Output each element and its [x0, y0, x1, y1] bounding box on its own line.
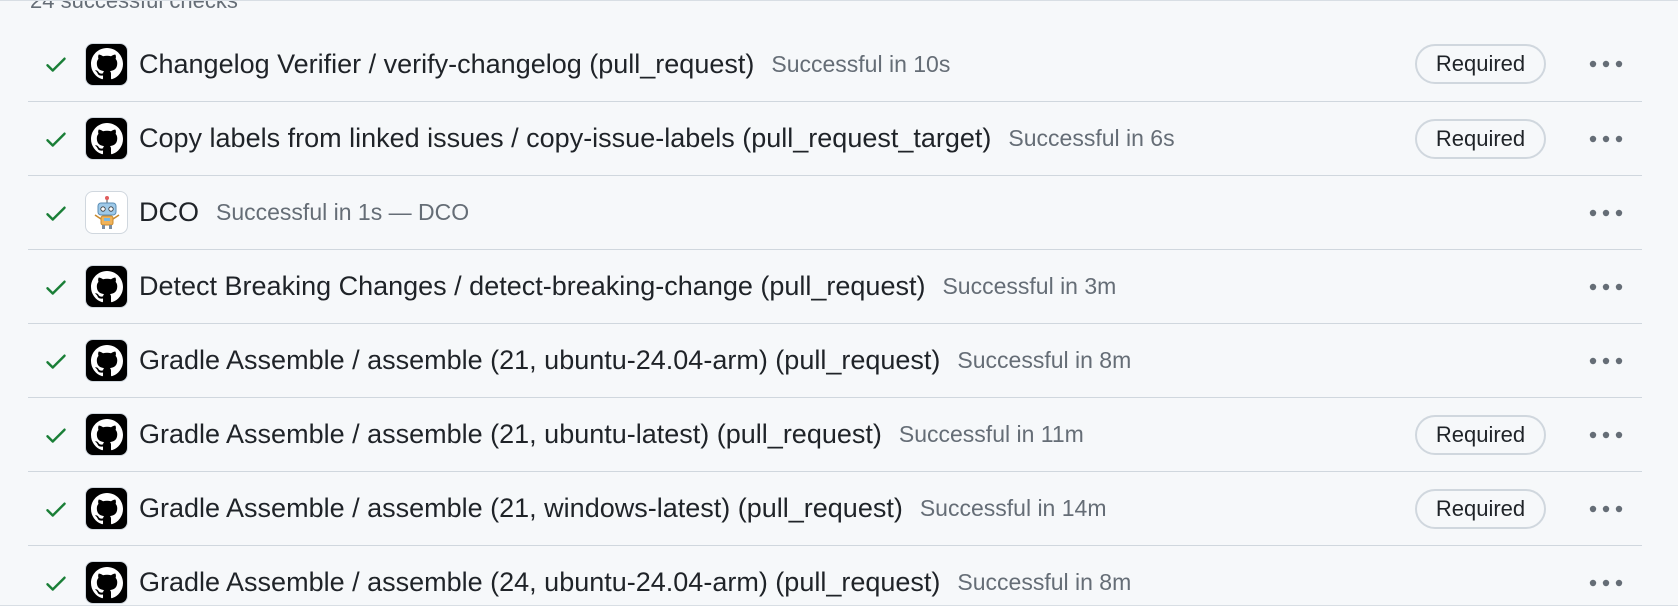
github-mark-icon [85, 117, 128, 160]
more-options-button[interactable] [1578, 415, 1634, 455]
check-row: Copy labels from linked issues / copy-is… [28, 101, 1642, 175]
required-badge: Required [1415, 488, 1546, 529]
check-success-icon [42, 421, 70, 449]
check-row: Detect Breaking Changes / detect-breakin… [28, 249, 1642, 323]
required-badge: Required [1415, 414, 1546, 455]
check-name[interactable]: Gradle Assemble / assemble (21, ubuntu-l… [139, 419, 882, 450]
dco-bot-icon [85, 191, 128, 234]
github-mark-icon [85, 413, 128, 456]
check-row: Changelog Verifier / verify-changelog (p… [28, 27, 1642, 101]
kebab-horizontal-icon [1589, 209, 1623, 216]
check-status: Successful in 14m [919, 495, 1107, 521]
check-name[interactable]: Changelog Verifier / verify-changelog (p… [139, 49, 754, 80]
check-success-icon [42, 125, 70, 153]
github-mark-icon [85, 265, 128, 308]
check-row: Gradle Assemble / assemble (24, ubuntu-2… [28, 545, 1642, 605]
kebab-horizontal-icon [1589, 357, 1623, 364]
check-success-icon [42, 569, 70, 597]
required-badge: Required [1415, 44, 1546, 84]
check-row: Gradle Assemble / assemble (21, ubuntu-l… [28, 397, 1642, 471]
check-name[interactable]: Gradle Assemble / assemble (21, windows-… [139, 493, 903, 524]
kebab-horizontal-icon [1589, 505, 1623, 512]
more-options-button[interactable] [1578, 267, 1634, 307]
checks-panel: 24 successful checks Changelog Verifier … [0, 0, 1678, 606]
github-mark-icon [85, 42, 128, 86]
check-row: DCO Successful in 1s — DCO [28, 175, 1642, 249]
check-row: Gradle Assemble / assemble (21, ubuntu-2… [28, 323, 1642, 397]
required-badge: Required [1415, 118, 1546, 159]
checks-group-header: 24 successful checks [30, 0, 238, 13]
check-status: Successful in 8m [957, 569, 1132, 595]
more-options-button[interactable] [1578, 193, 1634, 233]
check-success-icon [42, 273, 70, 301]
kebab-horizontal-icon [1589, 135, 1623, 142]
check-status: Successful in 6s [1008, 125, 1175, 151]
check-name[interactable]: Gradle Assemble / assemble (24, ubuntu-2… [139, 567, 940, 598]
kebab-horizontal-icon [1589, 60, 1623, 68]
check-status: Successful in 10s [771, 50, 951, 77]
check-name[interactable]: Copy labels from linked issues / copy-is… [139, 123, 991, 154]
check-success-icon [42, 495, 70, 523]
github-mark-icon [85, 561, 128, 604]
more-options-button[interactable] [1578, 44, 1634, 84]
more-options-button[interactable] [1578, 563, 1634, 603]
check-status: Successful in 11m [898, 421, 1084, 447]
github-mark-icon [85, 339, 128, 382]
github-mark-icon [85, 487, 128, 530]
kebab-horizontal-icon [1589, 431, 1623, 438]
check-name[interactable]: Detect Breaking Changes / detect-breakin… [139, 271, 925, 302]
check-success-icon [42, 199, 70, 227]
check-success-icon [42, 50, 70, 78]
check-row: Gradle Assemble / assemble (21, windows-… [28, 471, 1642, 545]
check-success-icon [42, 347, 70, 375]
check-name[interactable]: DCO [139, 197, 199, 228]
kebab-horizontal-icon [1589, 283, 1623, 290]
check-status: Successful in 3m [942, 273, 1117, 299]
more-options-button[interactable] [1578, 341, 1634, 381]
check-status: Successful in 8m [957, 347, 1132, 373]
more-options-button[interactable] [1578, 489, 1634, 529]
more-options-button[interactable] [1578, 119, 1634, 159]
check-status: Successful in 1s — DCO [216, 199, 470, 225]
check-name[interactable]: Gradle Assemble / assemble (21, ubuntu-2… [139, 345, 940, 376]
kebab-horizontal-icon [1589, 579, 1623, 586]
